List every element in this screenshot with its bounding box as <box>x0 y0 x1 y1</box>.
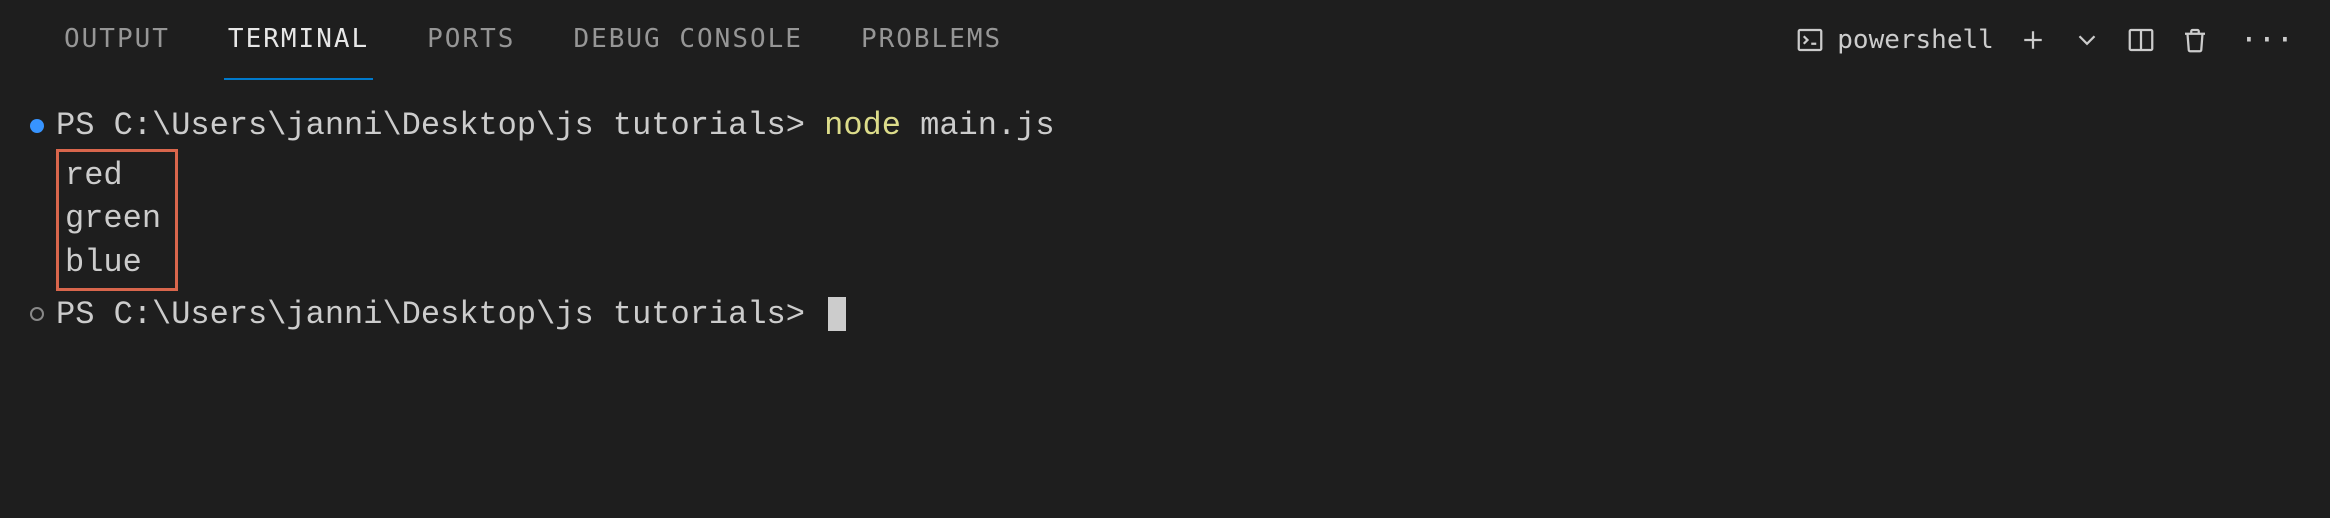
chevron-down-icon[interactable] <box>2072 25 2102 55</box>
output-line: green <box>65 197 161 240</box>
tab-problems[interactable]: PROBLEMS <box>857 0 1006 80</box>
prompt-prefix: PS <box>56 293 114 336</box>
shell-selector[interactable]: powershell <box>1795 25 1994 55</box>
output-line: blue <box>65 241 161 284</box>
output-line: red <box>65 154 161 197</box>
prompt-path: C:\Users\janni\Desktop\js tutorials> <box>114 293 825 336</box>
cursor-icon <box>828 297 846 331</box>
command-arg: main.js <box>901 104 1055 147</box>
new-terminal-icon[interactable] <box>2018 25 2048 55</box>
tab-ports[interactable]: PORTS <box>423 0 519 80</box>
shell-label: powershell <box>1837 25 1994 55</box>
terminal-toolbar: powershell ··· <box>1795 23 2300 58</box>
prompt-prefix: PS <box>56 104 114 147</box>
panel-header: OUTPUT TERMINAL PORTS DEBUG CONSOLE PROB… <box>0 0 2330 80</box>
tab-terminal[interactable]: TERMINAL <box>224 0 373 80</box>
terminal-body[interactable]: PS C:\Users\janni\Desktop\js tutorials> … <box>0 80 2330 346</box>
prompt-path: C:\Users\janni\Desktop\js tutorials> <box>114 104 825 147</box>
terminal-icon <box>1795 25 1825 55</box>
trash-icon[interactable] <box>2180 25 2210 55</box>
terminal-line: PS C:\Users\janni\Desktop\js tutorials> … <box>30 104 2300 147</box>
terminal-line: PS C:\Users\janni\Desktop\js tutorials> <box>30 293 2300 336</box>
gutter-bullet-filled-icon <box>30 119 44 133</box>
panel-tabs: OUTPUT TERMINAL PORTS DEBUG CONSOLE PROB… <box>60 0 1006 80</box>
gutter-bullet-empty-icon <box>30 307 44 321</box>
output-highlight-box: red green blue <box>56 149 178 291</box>
tab-output[interactable]: OUTPUT <box>60 0 174 80</box>
command-keyword: node <box>824 104 901 147</box>
more-actions-icon[interactable]: ··· <box>2234 23 2300 58</box>
split-terminal-icon[interactable] <box>2126 25 2156 55</box>
tab-debug-console[interactable]: DEBUG CONSOLE <box>569 0 807 80</box>
